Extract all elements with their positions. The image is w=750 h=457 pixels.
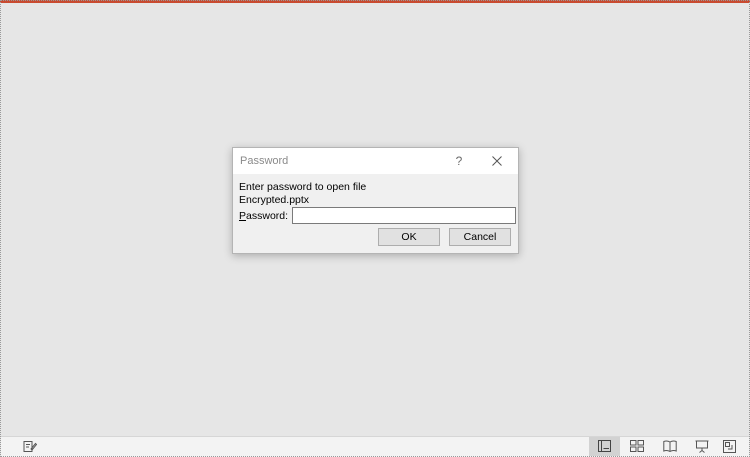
close-icon bbox=[492, 156, 502, 166]
reading-view-icon bbox=[663, 440, 677, 452]
password-label: Password: bbox=[239, 210, 288, 222]
slideshow-button[interactable] bbox=[693, 439, 711, 455]
notes-button[interactable] bbox=[21, 439, 39, 455]
normal-view-button[interactable] bbox=[589, 437, 620, 456]
dialog-titlebar[interactable]: Password ? bbox=[233, 148, 518, 174]
file-name: Encrypted.pptx bbox=[239, 194, 310, 206]
password-input[interactable] bbox=[292, 207, 516, 224]
reading-view-button[interactable] bbox=[661, 439, 679, 455]
fit-to-window-button[interactable] bbox=[721, 439, 739, 455]
fit-to-window-icon bbox=[723, 440, 736, 453]
close-button[interactable] bbox=[486, 152, 508, 170]
slideshow-icon bbox=[695, 440, 709, 453]
password-label-text: assword: bbox=[246, 210, 289, 222]
cancel-button[interactable]: Cancel bbox=[449, 228, 511, 246]
help-button[interactable]: ? bbox=[448, 152, 470, 170]
dialog-title: Password bbox=[240, 155, 289, 167]
password-dialog: Password ? Enter password to open file E… bbox=[232, 147, 519, 254]
password-label-accelerator: P bbox=[239, 210, 247, 222]
slide-sorter-button[interactable] bbox=[628, 439, 646, 455]
notes-icon bbox=[23, 441, 37, 452]
dialog-prompt: Enter password to open file bbox=[239, 181, 367, 193]
ok-button[interactable]: OK bbox=[378, 228, 440, 246]
normal-view-icon bbox=[598, 440, 611, 452]
slide-sorter-icon bbox=[630, 440, 644, 452]
status-bar bbox=[1, 436, 749, 457]
help-icon: ? bbox=[455, 154, 463, 168]
